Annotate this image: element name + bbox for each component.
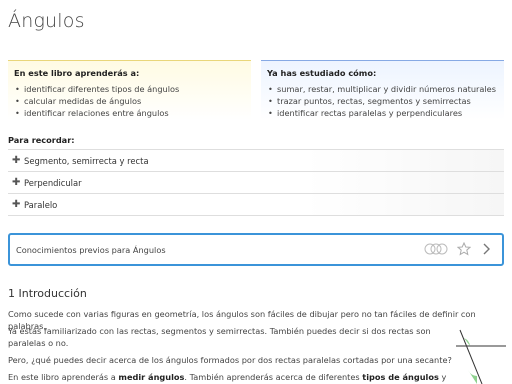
accordion-item-segmento[interactable]: ✚ Segmento, semirrecta y recta — [8, 150, 504, 172]
intro-paragraph-4: En este libro aprenderás a medir ángulos… — [8, 372, 446, 384]
chevron-right-icon[interactable] — [480, 242, 492, 256]
intro-paragraph-2-line-2: paralelas o no. — [8, 337, 69, 348]
learn-objective-item: identificar diferentes tipos de ángulos — [14, 84, 245, 96]
plus-icon: ✚ — [12, 177, 21, 188]
intro-text: y — [438, 372, 447, 382]
intro-paragraph-2: Ya estás familiarizado con las rectas, s… — [8, 326, 431, 349]
accordion-item-label: Perpendicular — [24, 177, 82, 188]
angle-arc-bottom — [468, 370, 477, 384]
recall-accordion: ✚ Segmento, semirrecta y recta ✚ Perpend… — [8, 149, 504, 216]
learn-objective-item: calcular medidas de ángulos — [14, 96, 245, 108]
prior-knowledge-card[interactable]: Conocimientos previos para Ángulos — [8, 233, 504, 266]
intro-paragraph-3: Pero, ¿qué puedes decir acerca de los án… — [8, 355, 452, 365]
accordion-item-paralelo[interactable]: ✚ Paralelo — [8, 194, 504, 216]
secant-line — [459, 329, 483, 384]
prior-study-item: identificar rectas paralelas y perpendic… — [267, 108, 498, 120]
section-title-introduccion: 1 Introducción — [8, 287, 87, 300]
prior-study-item: sumar, restar, multiplicar y dividir núm… — [267, 84, 498, 96]
learn-objectives-heading: En este libro aprenderás a: — [14, 68, 140, 78]
prior-knowledge-label: Conocimientos previos para Ángulos — [16, 244, 166, 255]
intro-text: En este libro aprenderás a — [8, 372, 119, 382]
page-title: Ángulos — [8, 10, 85, 32]
bold-term-medir-angulos: medir ángulos — [118, 372, 185, 382]
prior-studies-list: sumar, restar, multiplicar y dividir núm… — [267, 84, 498, 119]
progress-circles-icon — [424, 243, 448, 255]
accordion-item-perpendicular[interactable]: ✚ Perpendicular — [8, 172, 504, 194]
star-icon[interactable] — [457, 242, 471, 256]
parallel-lines-figure — [456, 329, 506, 384]
learn-objectives-box: En este libro aprenderás a: identificar … — [8, 60, 251, 120]
plus-icon: ✚ — [12, 199, 21, 210]
learn-objectives-list: identificar diferentes tipos de ángulos … — [14, 84, 245, 119]
accordion-item-label: Segmento, semirrecta y recta — [24, 155, 149, 166]
bold-term-tipos-de-angulos: tipos de ángulos — [362, 372, 439, 382]
plus-icon: ✚ — [12, 155, 21, 166]
prior-studies-heading: Ya has estudiado cómo: — [267, 68, 377, 78]
prior-study-item: trazar puntos, rectas, segmentos y semir… — [267, 96, 498, 108]
accordion-item-label: Paralelo — [24, 199, 58, 210]
recall-heading: Para recordar: — [8, 135, 75, 145]
prior-knowledge-icons — [424, 242, 492, 256]
intro-text: . También aprenderás acerca de diferente… — [184, 372, 363, 382]
intro-paragraph-2-line-1: Ya estás familiarizado con las rectas, s… — [8, 326, 431, 336]
learn-objective-item: identificar relaciones entre ángulos — [14, 108, 245, 120]
prior-studies-box: Ya has estudiado cómo: sumar, restar, mu… — [261, 60, 504, 120]
